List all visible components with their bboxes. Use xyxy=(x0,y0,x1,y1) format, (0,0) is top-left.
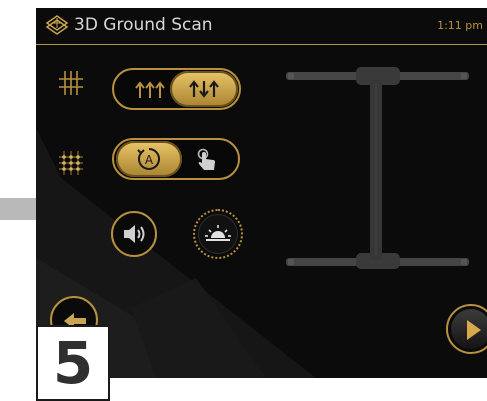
page-title: 3D Ground Scan xyxy=(74,15,213,35)
grid-points-icon xyxy=(59,151,83,175)
hand-touch-icon[interactable] xyxy=(194,148,220,172)
ground-scan-logo-icon xyxy=(45,15,69,35)
brightness-button[interactable] xyxy=(193,209,243,259)
title-bar: 3D Ground Scan 1:11 pm xyxy=(36,8,487,45)
play-icon xyxy=(467,320,481,340)
zigzag-arrows-icon xyxy=(189,80,219,98)
device-screen: 3D Ground Scan 1:11 pm A xyxy=(36,8,487,378)
auto-mode-letter: A xyxy=(145,153,154,167)
speaker-icon xyxy=(124,225,145,243)
side-tab xyxy=(0,198,36,220)
step-number: 5 xyxy=(52,329,94,397)
clock: 1:11 pm xyxy=(437,19,483,32)
auto-mode-icon: A xyxy=(137,148,160,170)
automatic-mode-option[interactable]: A xyxy=(116,141,182,177)
control-mode-toggle[interactable]: A xyxy=(112,138,240,180)
zigzag-scan-option[interactable] xyxy=(170,71,238,107)
sound-button[interactable] xyxy=(111,211,157,257)
scan-mode-toggle[interactable] xyxy=(112,68,241,110)
parallel-arrows-icon[interactable] xyxy=(134,80,166,100)
step-number-label: 5 xyxy=(36,325,110,401)
grid-lines-icon xyxy=(59,71,83,95)
probe-frame-image xyxy=(286,67,469,269)
sunrise-brightness-icon xyxy=(205,225,231,241)
